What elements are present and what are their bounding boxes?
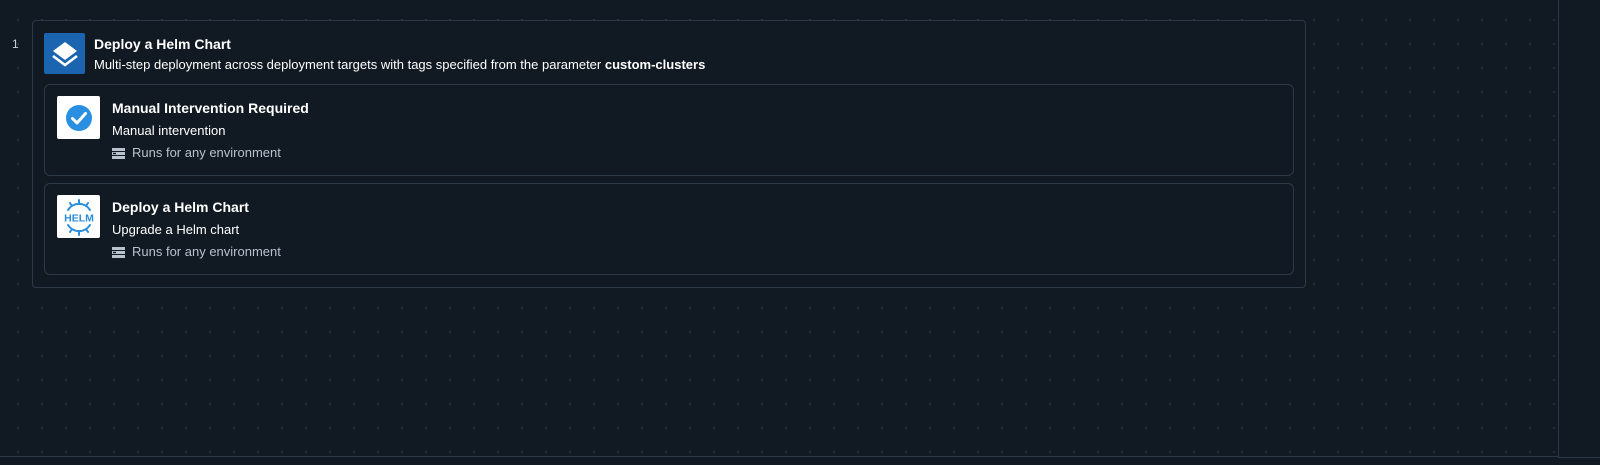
environment-label: Runs for any environment [132,145,281,160]
layers-icon [44,33,85,74]
parent-step-parameter: custom-clusters [604,57,706,72]
child-step-title: Deploy a Helm Chart [112,199,249,215]
parent-step-title: Deploy a Helm Chart [94,36,231,52]
child-step-environment: Runs for any environment [112,145,281,160]
check-circle-icon [57,96,100,139]
environment-icon [112,147,125,159]
child-step-card-deploy-helm[interactable]: HELM Deploy a Helm Chart Upgrade a Helm … [44,183,1294,275]
helm-icon: HELM [57,195,100,238]
canvas-bottom-border [0,456,1558,457]
parent-step-description: Multi-step deployment across deployment … [94,57,705,72]
step-number: 1 [12,37,19,51]
child-step-title: Manual Intervention Required [112,100,309,116]
child-step-description: Upgrade a Helm chart [112,222,240,237]
child-step-description: Manual intervention [112,123,226,138]
helm-logo-text: HELM [64,212,94,224]
right-panel-edge [1558,0,1600,458]
environment-label: Runs for any environment [132,244,281,259]
environment-icon [112,246,125,258]
child-step-card-manual-intervention[interactable]: Manual Intervention Required Manual inte… [44,84,1294,176]
parent-step-description-text: Multi-step deployment across deployment … [94,57,602,72]
child-step-environment: Runs for any environment [112,244,281,259]
